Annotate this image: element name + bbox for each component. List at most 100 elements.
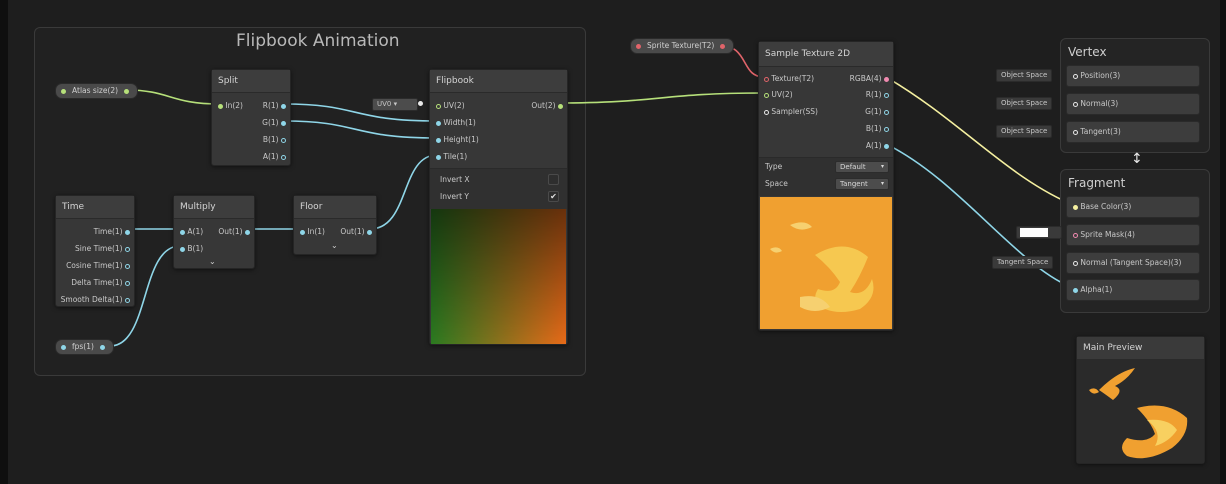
slot-port[interactable]: Sprite Mask(4) (1073, 230, 1135, 240)
port-dot-icon[interactable] (99, 344, 105, 350)
port-dot-icon[interactable] (300, 229, 305, 235)
time-output-time[interactable]: Time(1) (94, 227, 130, 237)
uv-channel-dropdown[interactable]: UV0 ▾ (372, 98, 418, 111)
slot-port[interactable]: Base Color(3) (1073, 202, 1131, 212)
port-dot-icon[interactable] (1073, 260, 1078, 266)
port-dot-icon[interactable] (367, 229, 372, 235)
time-node[interactable]: Time Time(1) Sine Time(1) Cosine Time(1)… (55, 195, 135, 307)
port-dot-icon[interactable] (125, 246, 130, 252)
sample-output-r[interactable]: R(1) (866, 90, 889, 100)
invert-y-checkbox[interactable]: ✔ (548, 191, 559, 202)
sample-input-sampler[interactable]: Sampler(SS) (764, 107, 818, 117)
space-dropdown[interactable]: Tangent ▾ (835, 178, 889, 190)
port-dot-icon[interactable] (884, 76, 889, 82)
time-output-delta[interactable]: Delta Time(1) (71, 278, 130, 288)
chevron-down-icon[interactable]: ⌄ (331, 241, 338, 250)
fragment-slot-normal[interactable]: Normal (Tangent Space)(3) (1066, 252, 1200, 274)
vertex-slot-position[interactable]: Position(3) (1066, 65, 1200, 87)
port-dot-icon[interactable] (125, 280, 130, 286)
port-dot-icon[interactable] (245, 229, 250, 235)
sample-output-b[interactable]: B(1) (866, 124, 889, 134)
fragment-slot-alpha[interactable]: Alpha(1) (1066, 279, 1200, 301)
position-space-field[interactable]: Object Space (996, 69, 1053, 82)
port-dot-icon[interactable] (124, 88, 130, 94)
port-dot-icon[interactable] (1073, 101, 1078, 107)
fragment-slot-base-color[interactable]: Base Color(3) (1066, 196, 1200, 218)
port-dot-icon[interactable] (281, 120, 286, 126)
sample-output-rgba[interactable]: RGBA(4) (850, 74, 889, 84)
multiply-node[interactable]: Multiply A(1) B(1) Out(1) ⌄ (173, 195, 255, 269)
floor-input[interactable]: In(1) (300, 227, 325, 237)
vertex-slot-normal[interactable]: Normal(3) (1066, 93, 1200, 115)
chevron-down-icon[interactable]: ⌄ (209, 257, 216, 266)
port-dot-icon[interactable] (884, 126, 889, 132)
flipbook-node[interactable]: Flipbook UV(2) Width(1) Height(1) Tile(1… (429, 69, 568, 345)
sample-texture-2d-node[interactable]: Sample Texture 2D Texture(T2) UV(2) Samp… (758, 41, 894, 331)
port-dot-icon[interactable] (180, 229, 185, 235)
port-dot-icon[interactable] (558, 103, 563, 109)
time-output-sine[interactable]: Sine Time(1) (75, 244, 130, 254)
port-dot-icon[interactable] (281, 103, 286, 109)
port-dot-icon[interactable] (1073, 287, 1078, 293)
split-output-b[interactable]: B(1) (263, 135, 286, 145)
flipbook-input-width[interactable]: Width(1) (436, 118, 476, 128)
port-dot-icon[interactable] (884, 143, 889, 149)
sprite-mask-color-field[interactable] (1016, 226, 1062, 239)
flipbook-input-uv[interactable]: UV(2) (436, 101, 465, 111)
port-dot-icon[interactable] (125, 297, 130, 303)
flipbook-input-tile[interactable]: Tile(1) (436, 152, 467, 162)
port-dot-icon[interactable] (764, 92, 769, 98)
group-title[interactable]: Flipbook Animation (236, 31, 400, 51)
port-dot-icon[interactable] (1073, 129, 1078, 135)
multiply-output[interactable]: Out(1) (218, 227, 250, 237)
vertex-slot-tangent[interactable]: Tangent(3) (1066, 121, 1200, 143)
sample-input-texture[interactable]: Texture(T2) (764, 74, 814, 84)
atlas-size-property[interactable]: Atlas size(2) (55, 83, 139, 99)
port-dot-icon[interactable] (884, 92, 889, 98)
port-dot-icon[interactable] (436, 103, 441, 109)
normal-space-inline[interactable]: Tangent Space (992, 256, 1054, 269)
slot-port[interactable]: Alpha(1) (1073, 285, 1112, 295)
invert-x-checkbox[interactable] (548, 174, 559, 185)
split-input-port[interactable]: In(2) (218, 101, 243, 111)
split-node[interactable]: Split In(2) R(1) G(1) B(1) A(1) (211, 69, 291, 166)
main-preview-window[interactable]: Main Preview (1076, 336, 1205, 464)
port-dot-icon[interactable] (1073, 73, 1078, 79)
port-dot-icon[interactable] (1073, 204, 1078, 210)
slot-port[interactable]: Normal(3) (1073, 99, 1118, 109)
port-dot-icon[interactable] (125, 229, 130, 235)
slot-port[interactable]: Tangent(3) (1073, 127, 1121, 137)
flipbook-output[interactable]: Out(2) (531, 101, 563, 111)
multiply-input-b[interactable]: B(1) (180, 244, 203, 254)
time-output-cosine[interactable]: Cosine Time(1) (66, 261, 130, 271)
slot-port[interactable]: Normal (Tangent Space)(3) (1073, 258, 1181, 268)
port-dot-icon[interactable] (436, 120, 441, 126)
type-dropdown[interactable]: Default ▾ (835, 161, 889, 173)
multiply-input-a[interactable]: A(1) (180, 227, 203, 237)
port-dot-icon[interactable] (218, 103, 223, 109)
port-dot-icon[interactable] (281, 137, 286, 143)
sprite-texture-property[interactable]: Sprite Texture(T2) (630, 38, 735, 54)
split-output-r[interactable]: R(1) (263, 101, 286, 111)
sample-input-uv[interactable]: UV(2) (764, 90, 793, 100)
split-output-a[interactable]: A(1) (263, 152, 286, 162)
port-dot-icon[interactable] (436, 154, 441, 160)
port-dot-icon[interactable] (1073, 232, 1078, 238)
floor-node[interactable]: Floor In(1) Out(1) ⌄ (293, 195, 377, 255)
floor-output[interactable]: Out(1) (340, 227, 372, 237)
port-dot-icon[interactable] (180, 246, 185, 252)
normal-space-field[interactable]: Object Space (996, 97, 1053, 110)
flipbook-input-height[interactable]: Height(1) (436, 135, 479, 145)
port-dot-icon[interactable] (125, 263, 130, 269)
port-dot-icon[interactable] (436, 137, 441, 143)
port-dot-icon[interactable] (720, 43, 726, 49)
time-output-smooth-delta[interactable]: Smooth Delta(1) (61, 295, 130, 305)
port-dot-icon[interactable] (764, 76, 769, 82)
tangent-space-field[interactable]: Object Space (996, 125, 1053, 138)
sample-output-a[interactable]: A(1) (866, 141, 889, 151)
sample-output-g[interactable]: G(1) (865, 107, 889, 117)
port-dot-icon[interactable] (281, 154, 286, 160)
port-dot-icon[interactable] (764, 109, 769, 115)
slot-port[interactable]: Position(3) (1073, 71, 1120, 81)
fragment-slot-sprite-mask[interactable]: Sprite Mask(4) (1066, 224, 1200, 246)
